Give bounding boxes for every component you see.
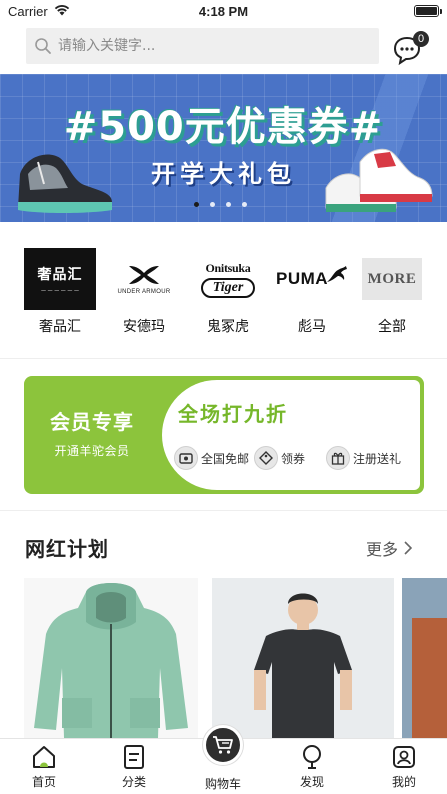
shipping-icon	[174, 446, 198, 470]
brand-name: 全部	[378, 319, 406, 335]
brand-name: 鬼冢虎	[207, 319, 249, 335]
more-link[interactable]: 更多	[366, 536, 413, 560]
search-input[interactable]	[58, 28, 368, 64]
section-divider	[0, 358, 447, 359]
perk-label: 注册送礼	[353, 451, 402, 466]
chevron-right-icon	[404, 541, 413, 555]
search-bar[interactable]	[26, 28, 379, 64]
battery-icon	[414, 5, 442, 17]
brand-grid: 奢品汇 — — — — — — 奢品汇 UNDER ARMOUR 安德玛 Oni…	[0, 248, 447, 338]
brand-item-all[interactable]: MORE 全部	[352, 248, 432, 338]
member-subtitle: 开通羊驼会员	[54, 444, 130, 458]
man-black-tshirt-image	[254, 593, 352, 738]
message-badge: 0	[413, 31, 429, 47]
gift-icon	[326, 446, 350, 470]
brand-name: 奢品汇	[39, 319, 81, 335]
tab-label: 购物车	[204, 777, 241, 791]
status-time: 4:18 PM	[198, 4, 249, 19]
perk-label: 领券	[281, 451, 306, 466]
tab-discover[interactable]: 发现	[272, 739, 352, 794]
member-benefits-panel: 全场打九折 全国免邮 领券 注册送礼	[162, 380, 420, 490]
sneaker-right-image	[325, 148, 433, 212]
tab-label: 发现	[299, 775, 324, 789]
tab-home[interactable]: 首页	[4, 739, 84, 794]
tab-label: 我的	[391, 775, 416, 789]
puma-cat-icon	[327, 266, 348, 282]
brand-item-puma[interactable]: PUMA 彪马	[272, 248, 352, 338]
home-icon	[33, 746, 55, 768]
more-brands-logo: MORE	[356, 248, 428, 310]
brand-name: 安德玛	[123, 319, 165, 335]
member-promo-card[interactable]: 会员专享 开通羊驼会员 全场打九折 全国免邮 领券 注册送礼	[24, 376, 424, 494]
message-button[interactable]: 0	[393, 31, 433, 66]
banner-dot[interactable]	[226, 202, 231, 207]
onitsuka-tiger-logo: Onitsuka Tiger	[192, 248, 264, 310]
banner-dot[interactable]	[194, 202, 199, 207]
tab-cart[interactable]: 购物车	[181, 725, 265, 794]
green-hoodie-image	[34, 583, 188, 738]
sneaker-left-image	[18, 154, 112, 213]
member-title: 会员专享	[50, 410, 134, 434]
brand-item-onitsuka-tiger[interactable]: Onitsuka Tiger 鬼冢虎	[188, 248, 268, 338]
under-armour-icon	[129, 265, 159, 284]
promo-banner[interactable]: #500元优惠券# 开学大礼包	[0, 74, 447, 222]
product-card[interactable]	[24, 578, 198, 738]
banner-dot[interactable]	[242, 202, 247, 207]
perk-label: 全国免邮	[201, 451, 250, 466]
brand-item-under-armour[interactable]: UNDER ARMOUR 安德玛	[104, 248, 184, 338]
shepinhui-logo: 奢品汇 — — — — — —	[24, 248, 96, 310]
profile-icon	[393, 746, 415, 768]
brand-item-shepinhui[interactable]: 奢品汇 — — — — — — 奢品汇	[20, 248, 100, 338]
status-bar: Carrier 4:18 PM	[0, 0, 447, 22]
tab-label: 首页	[31, 775, 56, 789]
brand-name: 彪马	[298, 319, 326, 335]
section-divider	[0, 510, 447, 511]
discover-icon	[303, 745, 321, 769]
tab-category[interactable]: 分类	[94, 739, 174, 794]
perk-free-shipping[interactable]: 全国免邮	[174, 444, 249, 472]
banner-dot[interactable]	[210, 202, 215, 207]
cart-button[interactable]	[203, 725, 243, 765]
bottom-tab-bar: 首页 分类 购物车 发现 我的	[0, 725, 447, 794]
member-headline: 全场打九折	[178, 402, 288, 426]
cart-icon	[213, 736, 233, 754]
product-card[interactable]	[402, 578, 447, 738]
perk-coupon[interactable]: 领券	[254, 444, 305, 472]
perk-register-gift[interactable]: 注册送礼	[326, 444, 401, 472]
puma-logo: PUMA	[276, 248, 348, 310]
section-title: 网红计划	[25, 537, 109, 561]
search-icon	[35, 38, 51, 54]
category-icon	[124, 745, 144, 769]
product-card[interactable]	[212, 578, 394, 738]
product-image-partial	[402, 578, 447, 738]
tab-profile[interactable]: 我的	[364, 739, 444, 794]
banner-pagination[interactable]	[194, 202, 247, 207]
more-label: 更多	[366, 540, 399, 559]
coupon-tag-icon	[254, 446, 278, 470]
tab-label: 分类	[121, 775, 146, 789]
under-armour-logo: UNDER ARMOUR	[108, 248, 180, 310]
